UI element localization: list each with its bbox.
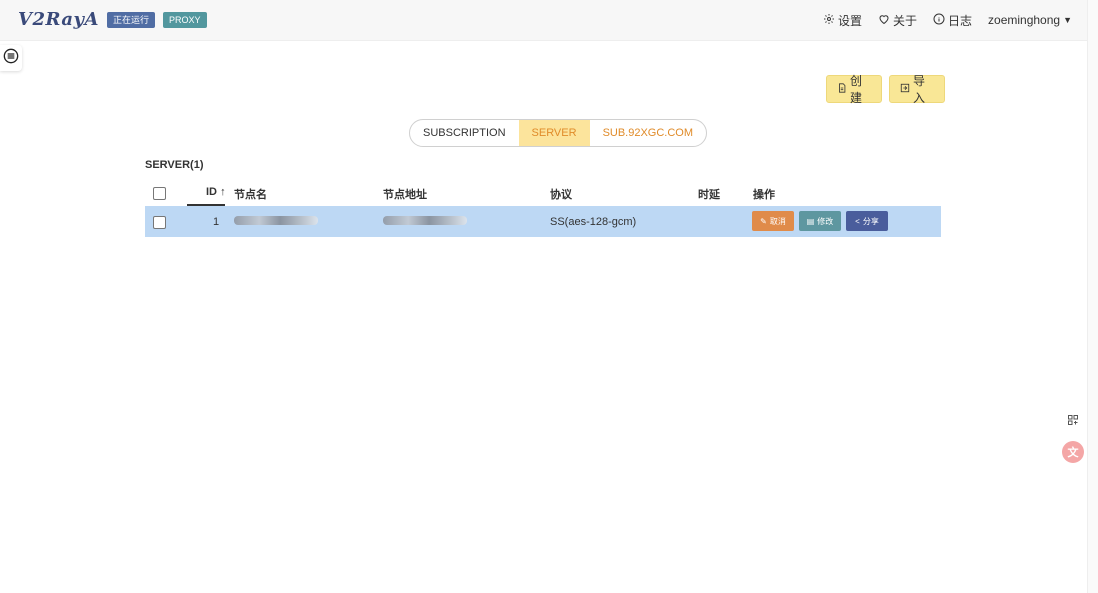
node-name-redacted: [234, 216, 318, 225]
header-address: 节点地址: [383, 189, 427, 201]
sidebar-toggle-button[interactable]: [0, 45, 22, 71]
heart-icon: [878, 13, 890, 28]
navbar-right: 设置 关于 日志 zoeminghong ▼: [823, 0, 1072, 40]
grid-button[interactable]: [1062, 411, 1084, 433]
header-operation: 操作: [753, 189, 775, 201]
tab-sub-92xgc[interactable]: SUB.92XGC.COM: [590, 120, 706, 146]
translate-icon: 文: [1067, 447, 1079, 459]
username: zoeminghong: [988, 13, 1061, 27]
create-button[interactable]: 创建: [826, 74, 882, 105]
import-label: 导入: [913, 74, 926, 105]
settings-link[interactable]: 设置: [823, 12, 862, 29]
app-logo[interactable]: V2RayA: [18, 9, 99, 30]
server-tabs: SUBSCRIPTION SERVER SUB.92XGC.COM: [409, 119, 708, 147]
grid-icon: [1067, 413, 1079, 431]
edit-label: 修改: [817, 216, 834, 226]
running-status-badge: 正在运行: [107, 12, 156, 28]
node-address-redacted: [383, 216, 467, 225]
settings-label: 设置: [837, 13, 862, 28]
edit-icon: ▤: [806, 216, 815, 226]
header-name: 节点名: [234, 189, 267, 201]
about-label: 关于: [892, 13, 917, 28]
create-label: 创建: [850, 74, 863, 105]
cancel-button[interactable]: ✎ 取消: [752, 211, 794, 231]
row-id: 1: [213, 216, 220, 228]
row-protocol: SS(aes-128-gcm): [550, 216, 637, 228]
section-title: SERVER(1): [145, 159, 204, 171]
proxy-mode-badge: PROXY: [163, 12, 207, 28]
caret-down-icon: ▼: [1063, 15, 1072, 25]
tab-subscription[interactable]: SUBSCRIPTION: [410, 120, 519, 146]
document-icon: [837, 82, 847, 96]
edit-button[interactable]: ▤ 修改: [799, 211, 841, 231]
import-button[interactable]: 导入: [889, 74, 945, 105]
tab-server[interactable]: SERVER: [518, 120, 590, 146]
cancel-label: 取消: [769, 216, 786, 226]
header-latency: 时延: [698, 189, 720, 201]
row-checkbox[interactable]: [153, 216, 166, 229]
list-icon: [3, 48, 19, 69]
gear-icon: [823, 13, 835, 28]
page-scrollbar[interactable]: [1087, 0, 1098, 593]
header-id[interactable]: ID ↑: [206, 186, 226, 198]
cancel-icon: ✎: [760, 216, 767, 226]
share-button[interactable]: < 分享: [846, 211, 888, 231]
log-label: 日志: [948, 13, 973, 28]
header-protocol: 协议: [550, 189, 572, 201]
translate-button[interactable]: 文: [1062, 441, 1084, 463]
share-icon: <: [855, 216, 860, 226]
info-icon: [933, 13, 945, 28]
header-id-label: ID: [206, 186, 217, 198]
user-menu[interactable]: zoeminghong ▼: [988, 13, 1072, 27]
navbar: V2RayA 正在运行 PROXY 设置 关于 日志 zoeminghong ▼: [0, 0, 1088, 41]
share-label: 分享: [862, 216, 879, 226]
log-link[interactable]: 日志: [933, 12, 972, 29]
import-icon: [900, 82, 910, 96]
select-all-checkbox[interactable]: [153, 187, 166, 200]
about-link[interactable]: 关于: [878, 12, 917, 29]
arrow-up-icon: ↑: [220, 186, 226, 198]
